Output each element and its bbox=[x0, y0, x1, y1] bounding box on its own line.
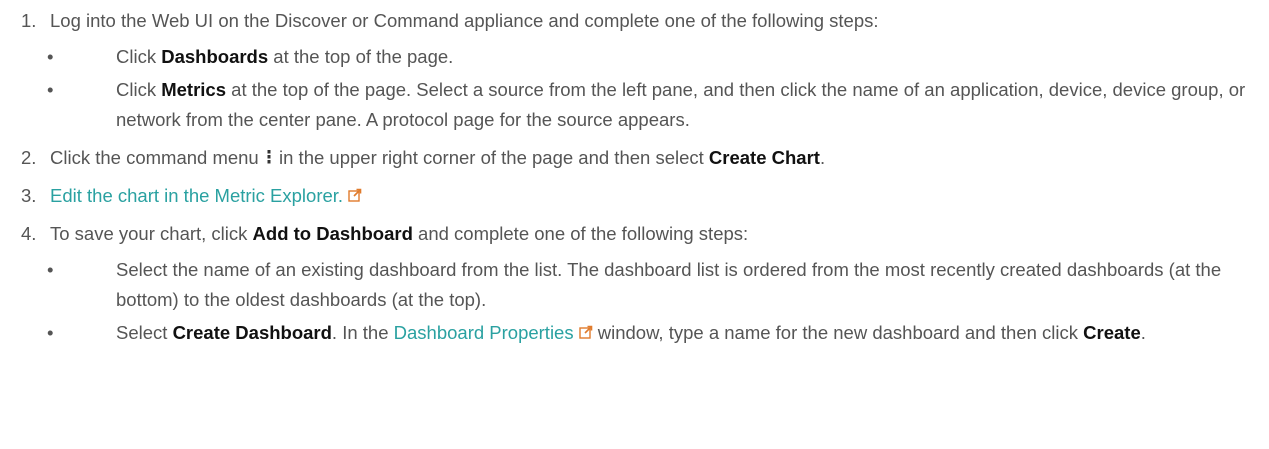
substep-text: window, type a name for the new dashboar… bbox=[592, 322, 1084, 343]
substep-dashboards: • Click Dashboards at the top of the page… bbox=[47, 42, 1269, 72]
substeps-list: • Select the name of an existing dashboar… bbox=[47, 255, 1269, 348]
substep-text-pre: Click bbox=[116, 79, 162, 100]
substeps-list: • Click Dashboards at the top of the page… bbox=[47, 42, 1269, 135]
ui-term-add-to-dashboard: Add to Dashboard bbox=[252, 223, 413, 244]
external-link-icon[interactable] bbox=[348, 181, 362, 211]
step-text-mid: in the upper right corner of the page an… bbox=[279, 147, 709, 168]
ui-term-create-chart: Create Chart bbox=[708, 147, 820, 168]
metric-explorer-link[interactable]: Edit the chart in the Metric Explorer. bbox=[50, 185, 343, 206]
step-number: 4. bbox=[21, 223, 37, 244]
steps-list: 1. Log into the Web UI on the Discover o… bbox=[0, 6, 1269, 348]
ui-term-dashboards: Dashboards bbox=[161, 46, 269, 67]
substep-text: . In the bbox=[331, 322, 394, 343]
step-text: Log into the Web UI on the Discover or C… bbox=[50, 10, 879, 31]
substep-text-post: . bbox=[1140, 322, 1146, 343]
procedure-document: 1. Log into the Web UI on the Discover o… bbox=[0, 0, 1269, 348]
step-text-pre: To save your chart, click bbox=[50, 223, 253, 244]
substep-text-pre: Select bbox=[116, 322, 173, 343]
step-text-post: . bbox=[819, 147, 826, 168]
substep-existing-dashboard: • Select the name of an existing dashboar… bbox=[47, 255, 1269, 315]
bullet: • bbox=[47, 259, 54, 280]
step-text-pre: Click the command menu bbox=[50, 147, 259, 168]
step-number: 3. bbox=[21, 185, 37, 206]
substep-text: at the top of the page. Select a source … bbox=[116, 79, 1246, 130]
ui-term-create-dashboard: Create Dashboard bbox=[172, 322, 332, 343]
step-text-post: and complete one of the following steps: bbox=[412, 223, 749, 244]
step-number: 1. bbox=[21, 10, 37, 31]
step-2: 2. Click the command menu in the upper r… bbox=[0, 143, 1269, 173]
step-1: 1. Log into the Web UI on the Discover o… bbox=[0, 6, 1269, 135]
ui-term-create: Create bbox=[1083, 322, 1141, 343]
substep-text: Select the name of an existing dashboard… bbox=[116, 259, 1222, 310]
substep-metrics: • Click Metrics at the top of the page. S… bbox=[47, 75, 1269, 135]
bullet: • bbox=[47, 79, 54, 100]
dashboard-properties-link[interactable]: Dashboard Properties bbox=[394, 322, 574, 343]
external-link-icon[interactable] bbox=[578, 318, 593, 348]
substep-text: at the top of the page. bbox=[268, 46, 454, 67]
step-4: 4. To save your chart, click Add to Dash… bbox=[0, 219, 1269, 348]
substep-create-dashboard: • Select Create Dashboard. In the Dashboa… bbox=[47, 318, 1269, 348]
step-number: 2. bbox=[21, 147, 37, 168]
ui-term-metrics: Metrics bbox=[161, 79, 227, 100]
vertical-ellipsis-icon bbox=[267, 143, 271, 173]
bullet: • bbox=[47, 46, 54, 67]
bullet: • bbox=[47, 322, 54, 343]
step-3: 3. Edit the chart in the Metric Explorer… bbox=[0, 181, 1269, 211]
substep-text-pre: Click bbox=[116, 46, 162, 67]
